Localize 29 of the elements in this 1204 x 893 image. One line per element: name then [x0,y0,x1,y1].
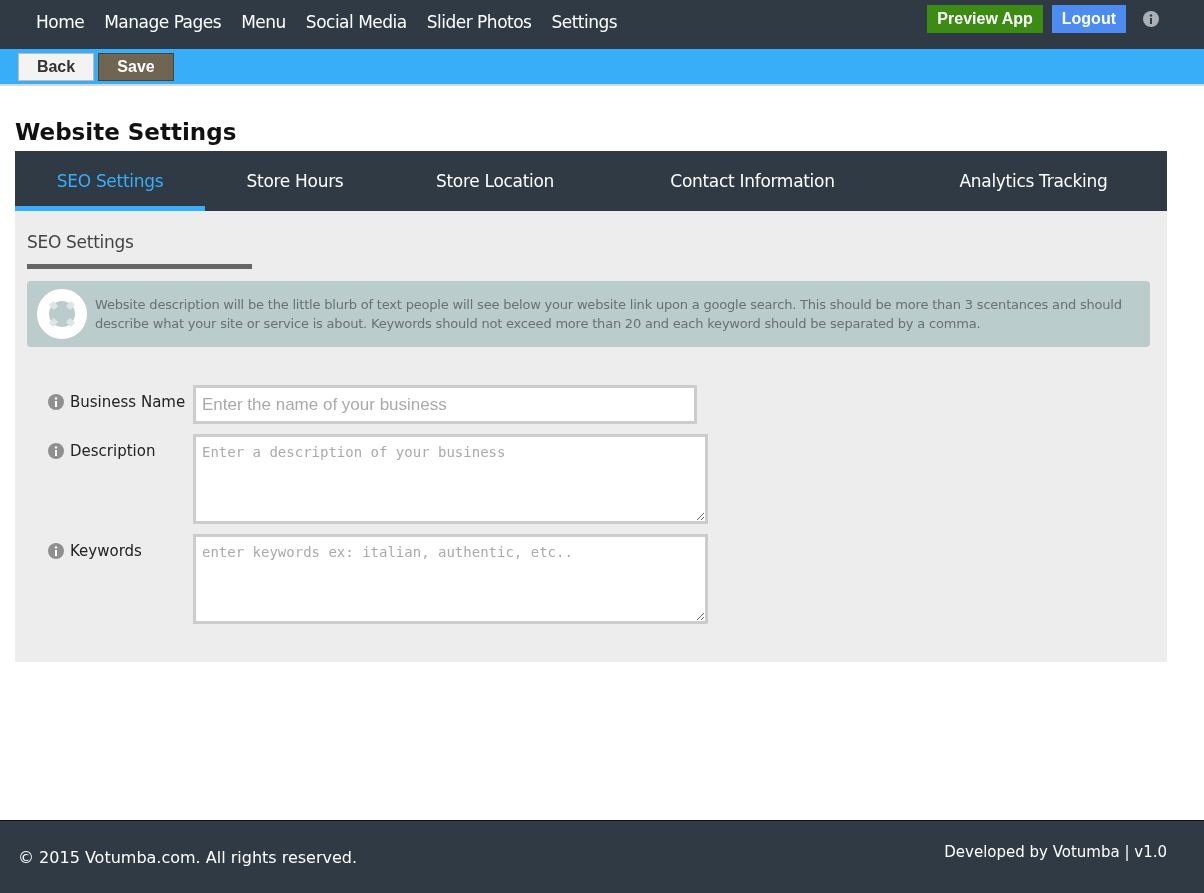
page-title: Website Settings [15,119,238,145]
tab[interactable]: Store Hours [205,151,385,211]
lifebuoy-icon [37,289,87,339]
tab[interactable]: Analytics Tracking [900,151,1167,211]
nav-link[interactable]: Manage Pages [94,12,232,32]
info-icon[interactable] [48,443,64,459]
preview-app-button[interactable]: Preview App [927,5,1043,33]
nav-link[interactable]: Home [26,12,95,32]
field-label: Description [70,442,156,460]
field-label: Business Name [70,393,186,411]
text-area-field[interactable]: enter keywords ex: italian, authentic, etc.. [193,534,708,624]
field-label: Keywords [70,542,142,560]
section-title: SEO Settings [27,232,252,269]
back-button[interactable]: Back [18,52,94,81]
text-input-field[interactable]: Enter the name of your business [193,385,697,424]
info-icon[interactable] [48,394,64,410]
tab[interactable]: Contact Information [605,151,900,211]
tab[interactable]: Store Location [385,151,605,211]
nav-link[interactable]: Menu [231,12,296,32]
save-button[interactable]: Save [98,52,174,81]
nav-link[interactable]: Settings [541,12,628,32]
nav-link[interactable]: Social Media [295,12,417,32]
nav-link[interactable]: Slider Photos [416,12,542,32]
info-icon[interactable] [1143,11,1159,27]
developer-credit: Developed by Votumba | v1.0 [944,843,1167,861]
info-icon[interactable] [48,543,64,559]
text-area-field[interactable]: Enter a description of your business [193,434,708,524]
copyright-text: © 2015 Votumba.com. All rights reserved. [18,848,358,867]
help-text: Website description will be the little blurb of text people will see below your website link upon a google search. This should be more than 3 scentances and should describe what your site or service is about. Keywords should not exceed more than 20 and each keyword should be separated by a comma. [95,296,1123,333]
